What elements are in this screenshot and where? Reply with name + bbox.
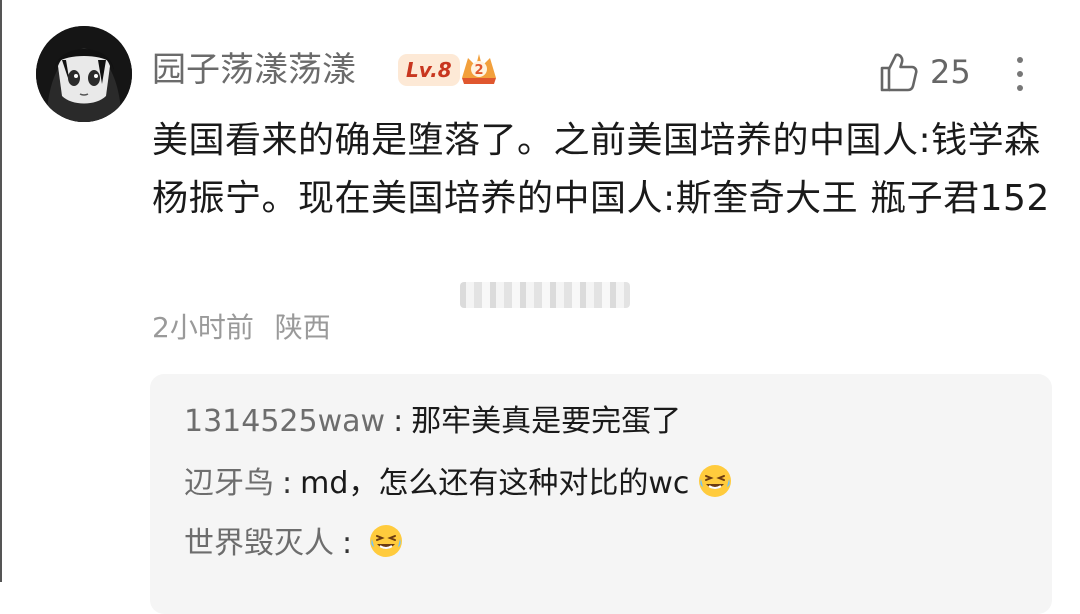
- reply-username[interactable]: 世界毁灭人: [184, 526, 334, 561]
- reply-item[interactable]: 辺牙鸟: md，怎么还有这种对比的wc: [184, 462, 733, 506]
- comment-text: 美国看来的确是堕落了。之前美国培养的中国人:钱学森 杨振宁。现在美国培养的中国人…: [152, 120, 1050, 219]
- avatar[interactable]: [36, 26, 132, 122]
- reply-item[interactable]: 1314525waw: 那牢美真是要完蛋了: [184, 400, 681, 444]
- comment-time: 2小时前: [152, 311, 254, 344]
- reply-username[interactable]: 辺牙鸟: [184, 466, 274, 501]
- thumbs-up-icon[interactable]: [876, 50, 920, 94]
- reply-text: md，怎么还有这种对比的wc: [300, 466, 690, 501]
- reply-separator: :: [393, 404, 404, 439]
- fan-badge-icon: 2: [458, 52, 500, 88]
- more-options-icon[interactable]: [1014, 54, 1026, 94]
- laughing-tears-emoji-icon: [699, 465, 732, 497]
- laughing-tears-emoji-icon: [370, 525, 403, 557]
- blurred-watermark: [460, 282, 630, 308]
- comment-meta: 2小时前 陕西: [152, 306, 331, 350]
- window-edge: [0, 0, 2, 582]
- fan-badge-number: 2: [474, 63, 483, 78]
- level-badge: Lv.8: [398, 54, 460, 86]
- avatar-image: [36, 26, 132, 122]
- reply-separator: :: [282, 466, 293, 501]
- reply-text: 那牢美真是要完蛋了: [411, 404, 682, 439]
- username[interactable]: 园子荡漾荡漾: [152, 46, 356, 94]
- like-count: 25: [930, 53, 971, 91]
- comment-location: 陕西: [274, 311, 331, 344]
- reply-list[interactable]: 1314525waw: 那牢美真是要完蛋了 辺牙鸟: md，怎么还有这种对比的wc …: [150, 374, 1052, 614]
- reply-item[interactable]: 世界毁灭人:: [184, 522, 404, 566]
- reply-username[interactable]: 1314525waw: [184, 404, 385, 439]
- reply-separator: :: [342, 526, 353, 561]
